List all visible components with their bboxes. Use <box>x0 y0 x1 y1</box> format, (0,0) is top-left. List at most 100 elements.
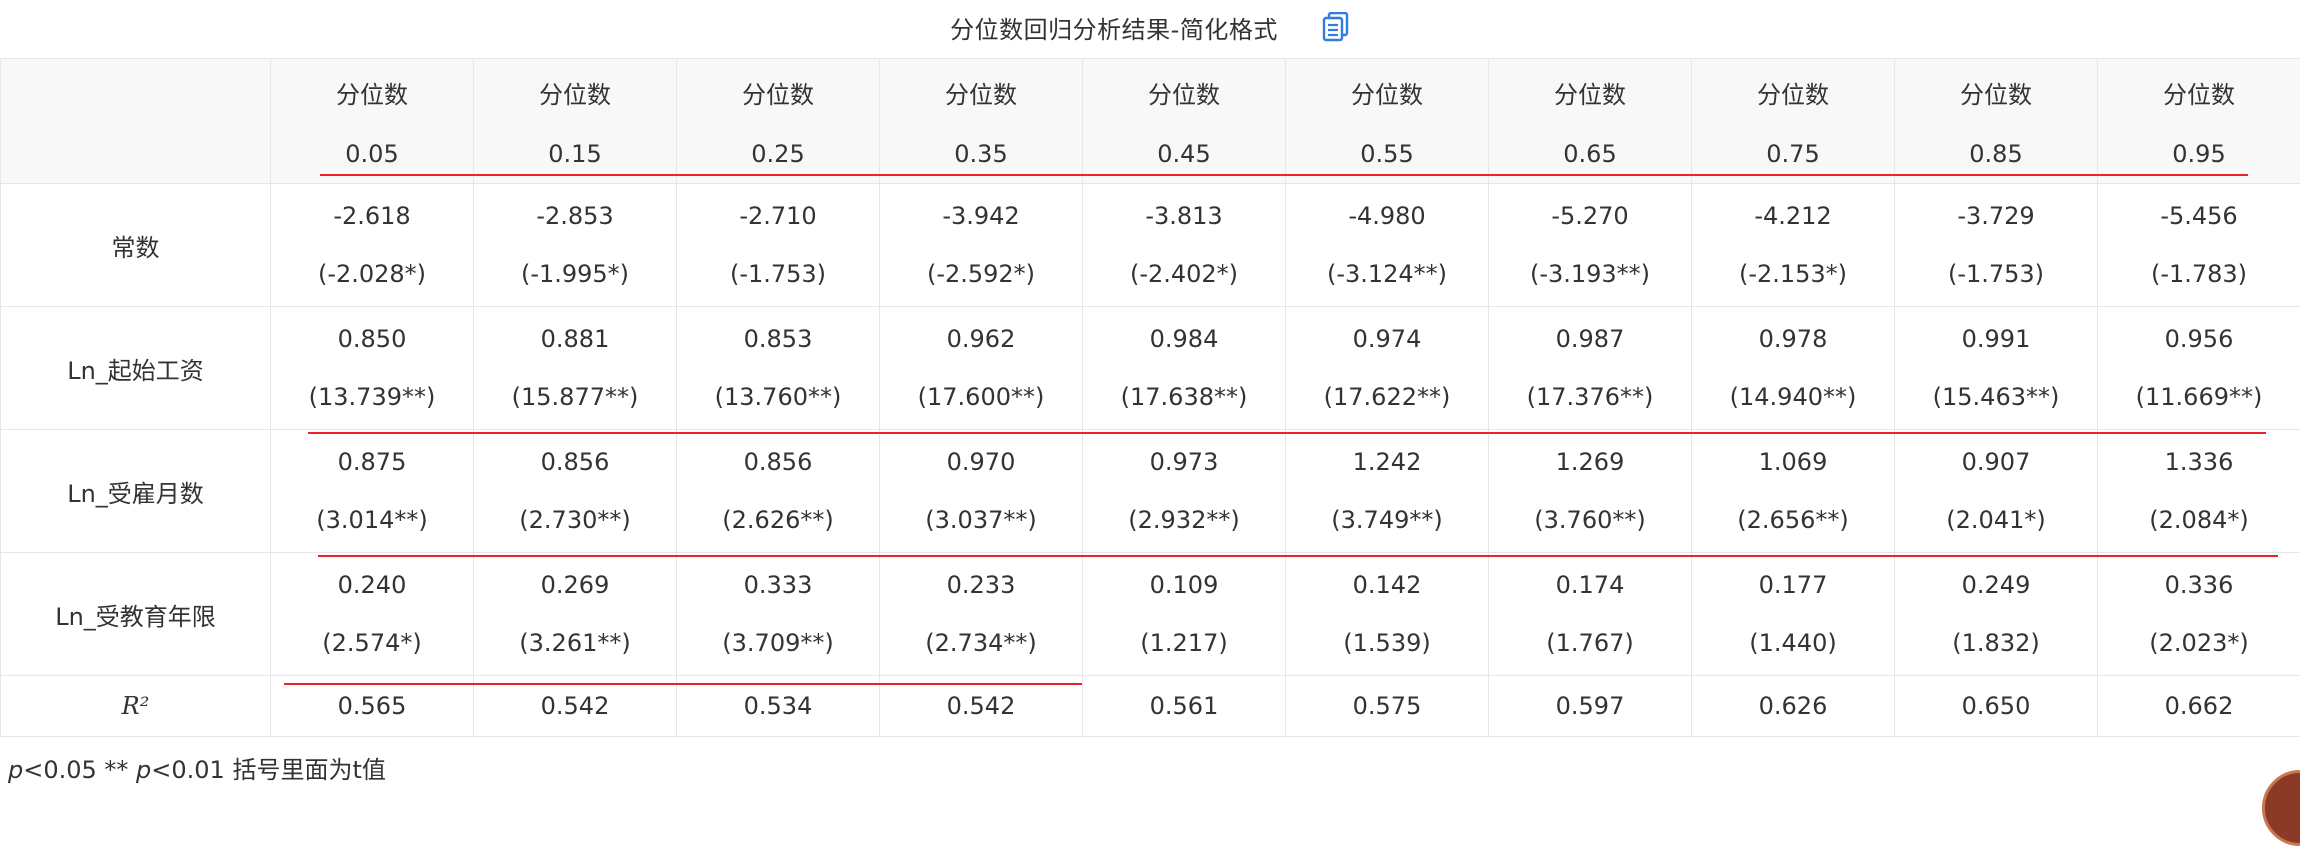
r-squared-value: 0.597 <box>1556 692 1625 720</box>
t-value: (1.440) <box>1749 629 1836 657</box>
t-value: (3.037**) <box>925 506 1036 534</box>
table-cell: 0.856(2.626**) <box>677 430 880 553</box>
r-squared-value: 0.542 <box>541 692 610 720</box>
header-label: 分位数 <box>1554 75 1626 110</box>
table-cell: -4.980 (-3.124**) <box>1286 184 1489 307</box>
t-value: (17.600**) <box>918 383 1045 411</box>
t-value: (-1.995*) <box>521 260 629 288</box>
coef-value: 0.850 <box>338 325 407 353</box>
table-cell: 0.240(2.574*) <box>271 553 474 676</box>
table-cell: -4.212(-2.153*) <box>1692 184 1895 307</box>
t-value: (2.574*) <box>322 629 421 657</box>
header-label: 分位数 <box>742 75 814 110</box>
t-value: (17.376**) <box>1527 383 1654 411</box>
header-cell: 分位数0.85 <box>1895 59 2098 184</box>
header-label: 分位数 <box>945 75 1017 110</box>
header-quantile: 0.15 <box>548 140 601 168</box>
header-label: 分位数 <box>1757 75 1829 110</box>
r-squared-value: 0.662 <box>2165 692 2234 720</box>
table-row-ln-months-employed: Ln_受雇月数 0.875 (3.014**) 0.856(2.730**) 0.… <box>1 430 2300 553</box>
t-value: (3.760**) <box>1534 506 1645 534</box>
table-cell: 0.875 (3.014**) <box>271 430 474 553</box>
header-cell: 分位数0.35 <box>880 59 1083 184</box>
coef-value: -2.710 <box>739 202 816 230</box>
table-cell: 0.987(17.376**) <box>1489 307 1692 430</box>
coef-value: 0.109 <box>1150 571 1219 599</box>
table-cell: 0.561 <box>1083 676 1286 737</box>
table-title: 分位数回归分析结果-简化格式 <box>950 10 1278 45</box>
table-cell: -2.618(-2.028*) <box>271 184 474 307</box>
t-value: (2.734**) <box>925 629 1036 657</box>
table-cell: 0.662 <box>2098 676 2300 737</box>
row-label: Ln_起始工资 <box>1 307 271 430</box>
quantile-regression-table: 分位数0.05 分位数0.15 分位数0.25 分位数0.35 分位数0.45 … <box>0 58 2300 737</box>
coef-value: 0.142 <box>1353 571 1422 599</box>
copy-icon[interactable] <box>1322 12 1350 42</box>
header-quantile: 0.55 <box>1360 140 1413 168</box>
coef-value: 0.907 <box>1962 448 2031 476</box>
t-value: (3.261**) <box>519 629 630 657</box>
row-label: Ln_受雇月数 <box>1 430 271 553</box>
table-cell: -2.853 (-1.995*) <box>474 184 677 307</box>
table-cell: -3.729(-1.753) <box>1895 184 2098 307</box>
t-value: (-1.753) <box>730 260 826 288</box>
t-value: (-1.783) <box>2151 260 2247 288</box>
title-bar: 分位数回归分析结果-简化格式 <box>0 0 2300 54</box>
annotation-underline <box>284 683 1082 685</box>
header-label: 分位数 <box>2163 75 2235 110</box>
table-cell: 0.856(2.730**) <box>474 430 677 553</box>
coef-value: 0.978 <box>1759 325 1828 353</box>
table-row-constant: 常数 -2.618(-2.028*) -2.853 (-1.995*) -2.71… <box>1 184 2300 307</box>
header-label: 分位数 <box>539 75 611 110</box>
significance-note: p<0.05 ** p<0.01 括号里面为t值 <box>8 750 386 785</box>
t-value: (1.767) <box>1546 629 1633 657</box>
coef-value: -2.853 <box>536 202 613 230</box>
row-label-text: Ln_受教育年限 <box>55 603 216 631</box>
header-quantile: 0.85 <box>1969 140 2022 168</box>
header-label: 分位数 <box>1148 75 1220 110</box>
table-cell: 0.597 <box>1489 676 1692 737</box>
table-cell: 0.174(1.767) <box>1489 553 1692 676</box>
r-squared-value: 0.534 <box>744 692 813 720</box>
row-label: 常数 <box>1 184 271 307</box>
header-cell: 分位数0.55 <box>1286 59 1489 184</box>
coef-value: -4.980 <box>1348 202 1425 230</box>
header-cell: 分位数 0.75 <box>1692 59 1895 184</box>
table-cell: 0.233(2.734**) <box>880 553 1083 676</box>
header-cell: 分位数0.25 <box>677 59 880 184</box>
coef-value: 0.956 <box>2165 325 2234 353</box>
table-cell: 1.069(2.656**) <box>1692 430 1895 553</box>
t-value: (3.014**) <box>316 506 427 534</box>
table-cell: 0.142(1.539) <box>1286 553 1489 676</box>
t-value: (2.626**) <box>722 506 833 534</box>
table-cell: 0.853(13.760**) <box>677 307 880 430</box>
note-text: <0.01 括号里面为t值 <box>151 756 386 784</box>
note-text: <0.05 ** <box>23 756 136 784</box>
t-value: (1.217) <box>1140 629 1227 657</box>
t-value: (2.656**) <box>1737 506 1848 534</box>
t-value: (2.023*) <box>2149 629 2248 657</box>
table-cell: -5.270(-3.193**) <box>1489 184 1692 307</box>
t-value: (13.739**) <box>309 383 436 411</box>
header-quantile: 0.95 <box>2172 140 2225 168</box>
header-quantile: 0.45 <box>1157 140 1210 168</box>
note-p-symbol: p <box>136 756 151 784</box>
r-squared-value: 0.561 <box>1150 692 1219 720</box>
coef-value: 0.970 <box>947 448 1016 476</box>
table-cell: -3.942(-2.592*) <box>880 184 1083 307</box>
table-cell: 1.242(3.749**) <box>1286 430 1489 553</box>
t-value: (11.669**) <box>2136 383 2263 411</box>
table-cell: 1.336(2.084*) <box>2098 430 2300 553</box>
header-quantile: 0.75 <box>1766 140 1819 168</box>
table-cell: -3.813(-2.402*) <box>1083 184 1286 307</box>
coef-value: -5.456 <box>2160 202 2237 230</box>
table-cell: 0.109 (1.217) <box>1083 553 1286 676</box>
coef-value: -3.942 <box>942 202 1019 230</box>
header-stub <box>1 59 271 184</box>
t-value: (-2.028*) <box>318 260 426 288</box>
coef-value: 0.875 <box>338 448 407 476</box>
floating-avatar[interactable] <box>2262 770 2300 846</box>
coef-value: 0.881 <box>541 325 610 353</box>
t-value: (-3.124**) <box>1327 260 1447 288</box>
table-cell: 0.984(17.638**) <box>1083 307 1286 430</box>
